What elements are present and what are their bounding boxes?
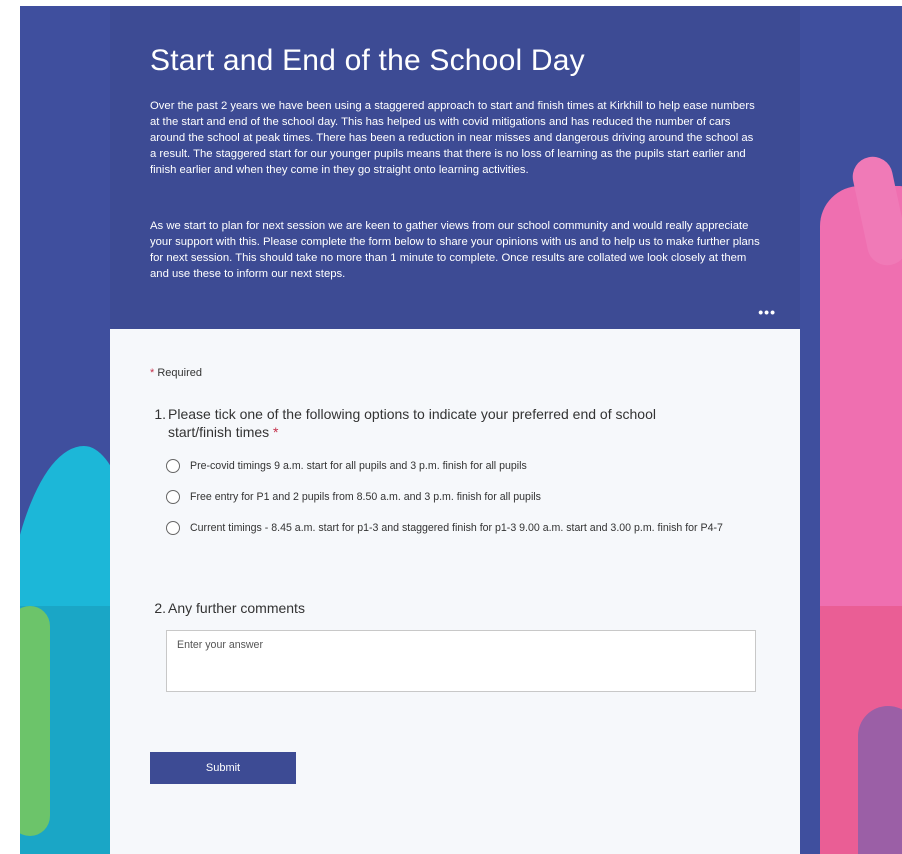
form-title: Start and End of the School Day (150, 44, 585, 77)
form-body: * Required 1. Please tick one of the foll… (110, 329, 800, 854)
question-2-text: Any further comments (168, 600, 305, 616)
option-label: Current timings - 8.45 a.m. start for p1… (190, 522, 723, 534)
required-label: Required (157, 367, 202, 379)
comments-input[interactable] (167, 631, 755, 691)
background-shape-green (20, 606, 50, 836)
question-1-required-star: * (273, 424, 279, 440)
question-1-text: Please tick one of the following options… (168, 406, 656, 440)
question-1-option-free-entry[interactable]: Free entry for P1 and 2 pupils from 8.50… (166, 489, 541, 505)
question-1-title: 1. Please tick one of the following optio… (150, 405, 730, 441)
question-2-number: 2. (154, 600, 166, 616)
form-card: Start and End of the School Day Over the… (110, 6, 800, 854)
radio-button[interactable] (166, 490, 180, 504)
radio-button[interactable] (166, 459, 180, 473)
submit-button[interactable]: Submit (150, 752, 296, 784)
form-description-paragraph-1: Over the past 2 years we have been using… (150, 100, 755, 176)
option-label: Free entry for P1 and 2 pupils from 8.50… (190, 491, 541, 503)
question-2-title: 2. Any further comments (150, 599, 730, 617)
option-label: Pre-covid timings 9 a.m. start for all p… (190, 460, 527, 472)
form-header: Start and End of the School Day Over the… (110, 6, 800, 329)
question-1-option-current-timings[interactable]: Current timings - 8.45 a.m. start for p1… (166, 520, 723, 536)
question-1-number: 1. (154, 406, 166, 422)
more-options-ellipsis-icon[interactable]: ••• (758, 304, 776, 320)
required-star: * (150, 367, 155, 379)
radio-button[interactable] (166, 521, 180, 535)
comments-answer-box (166, 630, 756, 692)
form-description-paragraph-2: As we start to plan for next session we … (150, 220, 760, 280)
required-note: * Required (150, 367, 202, 379)
background-shape-violet (858, 706, 902, 854)
question-1-option-pre-covid[interactable]: Pre-covid timings 9 a.m. start for all p… (166, 458, 527, 474)
